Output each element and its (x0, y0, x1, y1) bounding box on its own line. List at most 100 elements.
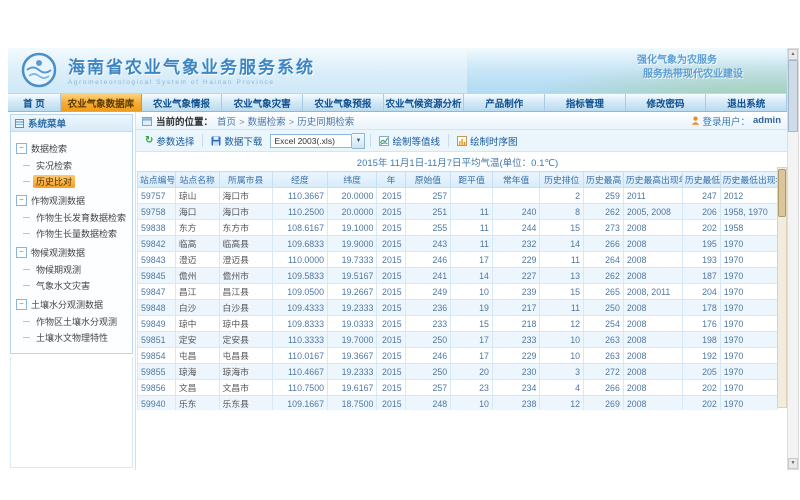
column-header[interactable]: 历史最低出现年份 (720, 172, 777, 188)
table-cell: 19.1000 (327, 220, 376, 236)
sidebar: 系统菜单 −数据检索实况检索历史比对−作物观测数据作物生长发育数据检索作物生长量… (8, 112, 136, 470)
column-header[interactable]: 所属市县 (219, 172, 272, 188)
column-header[interactable]: 原始值 (405, 172, 451, 188)
tree-item[interactable]: 作物生长发育数据检索 (23, 209, 129, 225)
tree-group-label: 土壤水分观测数据 (31, 298, 103, 311)
format-select[interactable]: Excel 2003(.xls) ▼ (270, 134, 365, 148)
contour-label: 绘制等值线 (392, 134, 440, 148)
table-cell: 2015 (377, 300, 405, 316)
scroll-down-icon[interactable]: ▼ (788, 458, 798, 469)
collapse-icon[interactable]: − (16, 143, 27, 154)
tree-group[interactable]: −数据检索 (16, 142, 129, 155)
table-row[interactable]: 59856文昌文昌市110.750019.6167201525723234426… (138, 380, 778, 396)
tree-item[interactable]: 作物生长量数据检索 (23, 225, 129, 241)
table-cell: 259 (584, 188, 624, 204)
nav-tab-3[interactable]: 农业气象情报 (142, 94, 223, 111)
table-cell: 233 (405, 316, 451, 332)
table-cell: 198 (682, 332, 720, 348)
table-row[interactable]: 59855琼海琼海市110.466719.2333201525020230327… (138, 364, 778, 380)
table-row[interactable]: 59843澄迈澄迈县110.000019.7333201524617229112… (138, 252, 778, 268)
tree-group[interactable]: −土壤水分观测数据 (16, 298, 129, 311)
nav-tab-5[interactable]: 农业气象预报 (303, 94, 384, 111)
tree-group[interactable]: −作物观测数据 (16, 194, 129, 207)
scroll-up-icon[interactable]: ▲ (788, 49, 798, 60)
table-cell: 244 (492, 220, 539, 236)
table-cell: 2008 (623, 348, 682, 364)
table-row[interactable]: 59848白沙白沙县109.433319.2333201523619217112… (138, 300, 778, 316)
table-cell: 11 (540, 252, 584, 268)
table-row[interactable]: 59940乐东乐东县109.166718.7500201524810238122… (138, 396, 778, 411)
column-header[interactable]: 经度 (272, 172, 327, 188)
toolbar: ↻ 参数选择 数据下载 Excel 2003(.xls) (136, 130, 787, 152)
collapse-icon[interactable]: − (16, 299, 27, 310)
table-cell: 2008 (623, 236, 682, 252)
table-cell: 2012 (720, 188, 777, 204)
table-row[interactable]: 59838东方东方市108.616719.1000201525511244152… (138, 220, 778, 236)
table-cell: 昌江 (175, 284, 219, 300)
table-cell: 2015 (377, 188, 405, 204)
column-header[interactable]: 历史排位 (540, 172, 584, 188)
bar-chart-icon (457, 136, 467, 146)
data-table: 站点编号站点名称所属市县经度纬度年原始值距平值常年值历史排位历史最高历史最高出现… (137, 171, 778, 410)
tree-item[interactable]: 作物区土壤水分观测 (23, 313, 129, 329)
table-cell: 3 (540, 364, 584, 380)
column-header[interactable]: 距平值 (451, 172, 493, 188)
column-header[interactable]: 年 (377, 172, 405, 188)
nav-tab-4[interactable]: 农业气象灾害 (222, 94, 303, 111)
nav-tab-2[interactable]: 农业气象数据库 (61, 94, 142, 111)
column-header[interactable]: 常年值 (492, 172, 539, 188)
table-row[interactable]: 59849琼中琼中县109.833319.0333201523315218122… (138, 316, 778, 332)
table-header-row: 站点编号站点名称所属市县经度纬度年原始值距平值常年值历史排位历史最高历史最高出现… (138, 172, 778, 188)
table-cell: 2008 (623, 268, 682, 284)
tree-item[interactable]: 历史比对 (23, 173, 129, 189)
column-header[interactable]: 历史最高出现年份 (623, 172, 682, 188)
table-cell: 19.7000 (327, 332, 376, 348)
table-row[interactable]: 59847昌江昌江县109.050019.2667201524910239152… (138, 284, 778, 300)
tree-item[interactable]: 物候期观测 (23, 261, 129, 277)
nav-tab-1[interactable]: 首 页 (8, 94, 61, 111)
param-select-button[interactable]: ↻ 参数选择 (142, 133, 197, 149)
table-scrollbar[interactable] (777, 167, 787, 408)
table-cell: 59842 (138, 236, 176, 252)
breadcrumb-item[interactable]: 数据检索 (248, 117, 286, 128)
table-cell: 187 (682, 268, 720, 284)
tree-item[interactable]: 气象水文灾害 (23, 277, 129, 293)
collapse-icon[interactable]: − (16, 247, 27, 258)
page-scrollbar-thumb[interactable] (788, 60, 798, 132)
table-row[interactable]: 59757琼山海口市110.366720.0000201525722592011… (138, 188, 778, 204)
nav-tab-6[interactable]: 农业气候资源分析 (384, 94, 465, 111)
column-header[interactable]: 纬度 (327, 172, 376, 188)
contour-button[interactable]: 绘制等值线 (376, 133, 443, 149)
tree-item[interactable]: 土壤水文物理特性 (23, 329, 129, 345)
breadcrumb-item[interactable]: 历史同期检索 (297, 117, 354, 128)
column-header[interactable]: 站点名称 (175, 172, 219, 188)
table-row[interactable]: 59842临高临高县109.683319.9000201524311232142… (138, 236, 778, 252)
table-cell: 266 (584, 380, 624, 396)
tree-item[interactable]: 实况检索 (23, 157, 129, 173)
download-button[interactable]: 数据下载 (208, 133, 265, 149)
collapse-icon[interactable]: − (16, 195, 27, 206)
table-cell: 59758 (138, 204, 176, 220)
nav-tab-7[interactable]: 产品制作 (464, 94, 545, 111)
table-row[interactable]: 59845儋州儋州市109.583319.5167201524114227132… (138, 268, 778, 284)
chevron-down-icon[interactable]: ▼ (352, 133, 365, 149)
nav-tab-8[interactable]: 指标管理 (545, 94, 626, 111)
table-row[interactable]: 59854屯昌屯昌县110.016719.3667201524617229102… (138, 348, 778, 364)
table-cell: 248 (405, 396, 451, 411)
column-header[interactable]: 历史最低 (682, 172, 720, 188)
title-block: 海南省农业气象业务服务系统 Agrometeorological System … (68, 53, 315, 86)
column-header[interactable]: 历史最高 (584, 172, 624, 188)
nav-tab-9[interactable]: 修改密码 (626, 94, 707, 111)
timeseries-button[interactable]: 绘制时序图 (454, 133, 521, 149)
table-cell: 202 (682, 220, 720, 236)
nav-tab-10[interactable]: 退出系统 (706, 94, 787, 111)
table-cell: 243 (405, 236, 451, 252)
table-row[interactable]: 59758海口海口市110.250020.0000201525111240826… (138, 204, 778, 220)
page-scrollbar[interactable]: ▲ ▼ (787, 48, 799, 470)
table-scrollbar-thumb[interactable] (778, 169, 786, 217)
table-row[interactable]: 59851定安定安县110.333319.7000201525017233102… (138, 332, 778, 348)
tree-group[interactable]: −物候观测数据 (16, 246, 129, 259)
toolbar-separator (448, 134, 449, 147)
column-header[interactable]: 站点编号 (138, 172, 176, 188)
breadcrumb-item[interactable]: 首页 (217, 117, 236, 128)
